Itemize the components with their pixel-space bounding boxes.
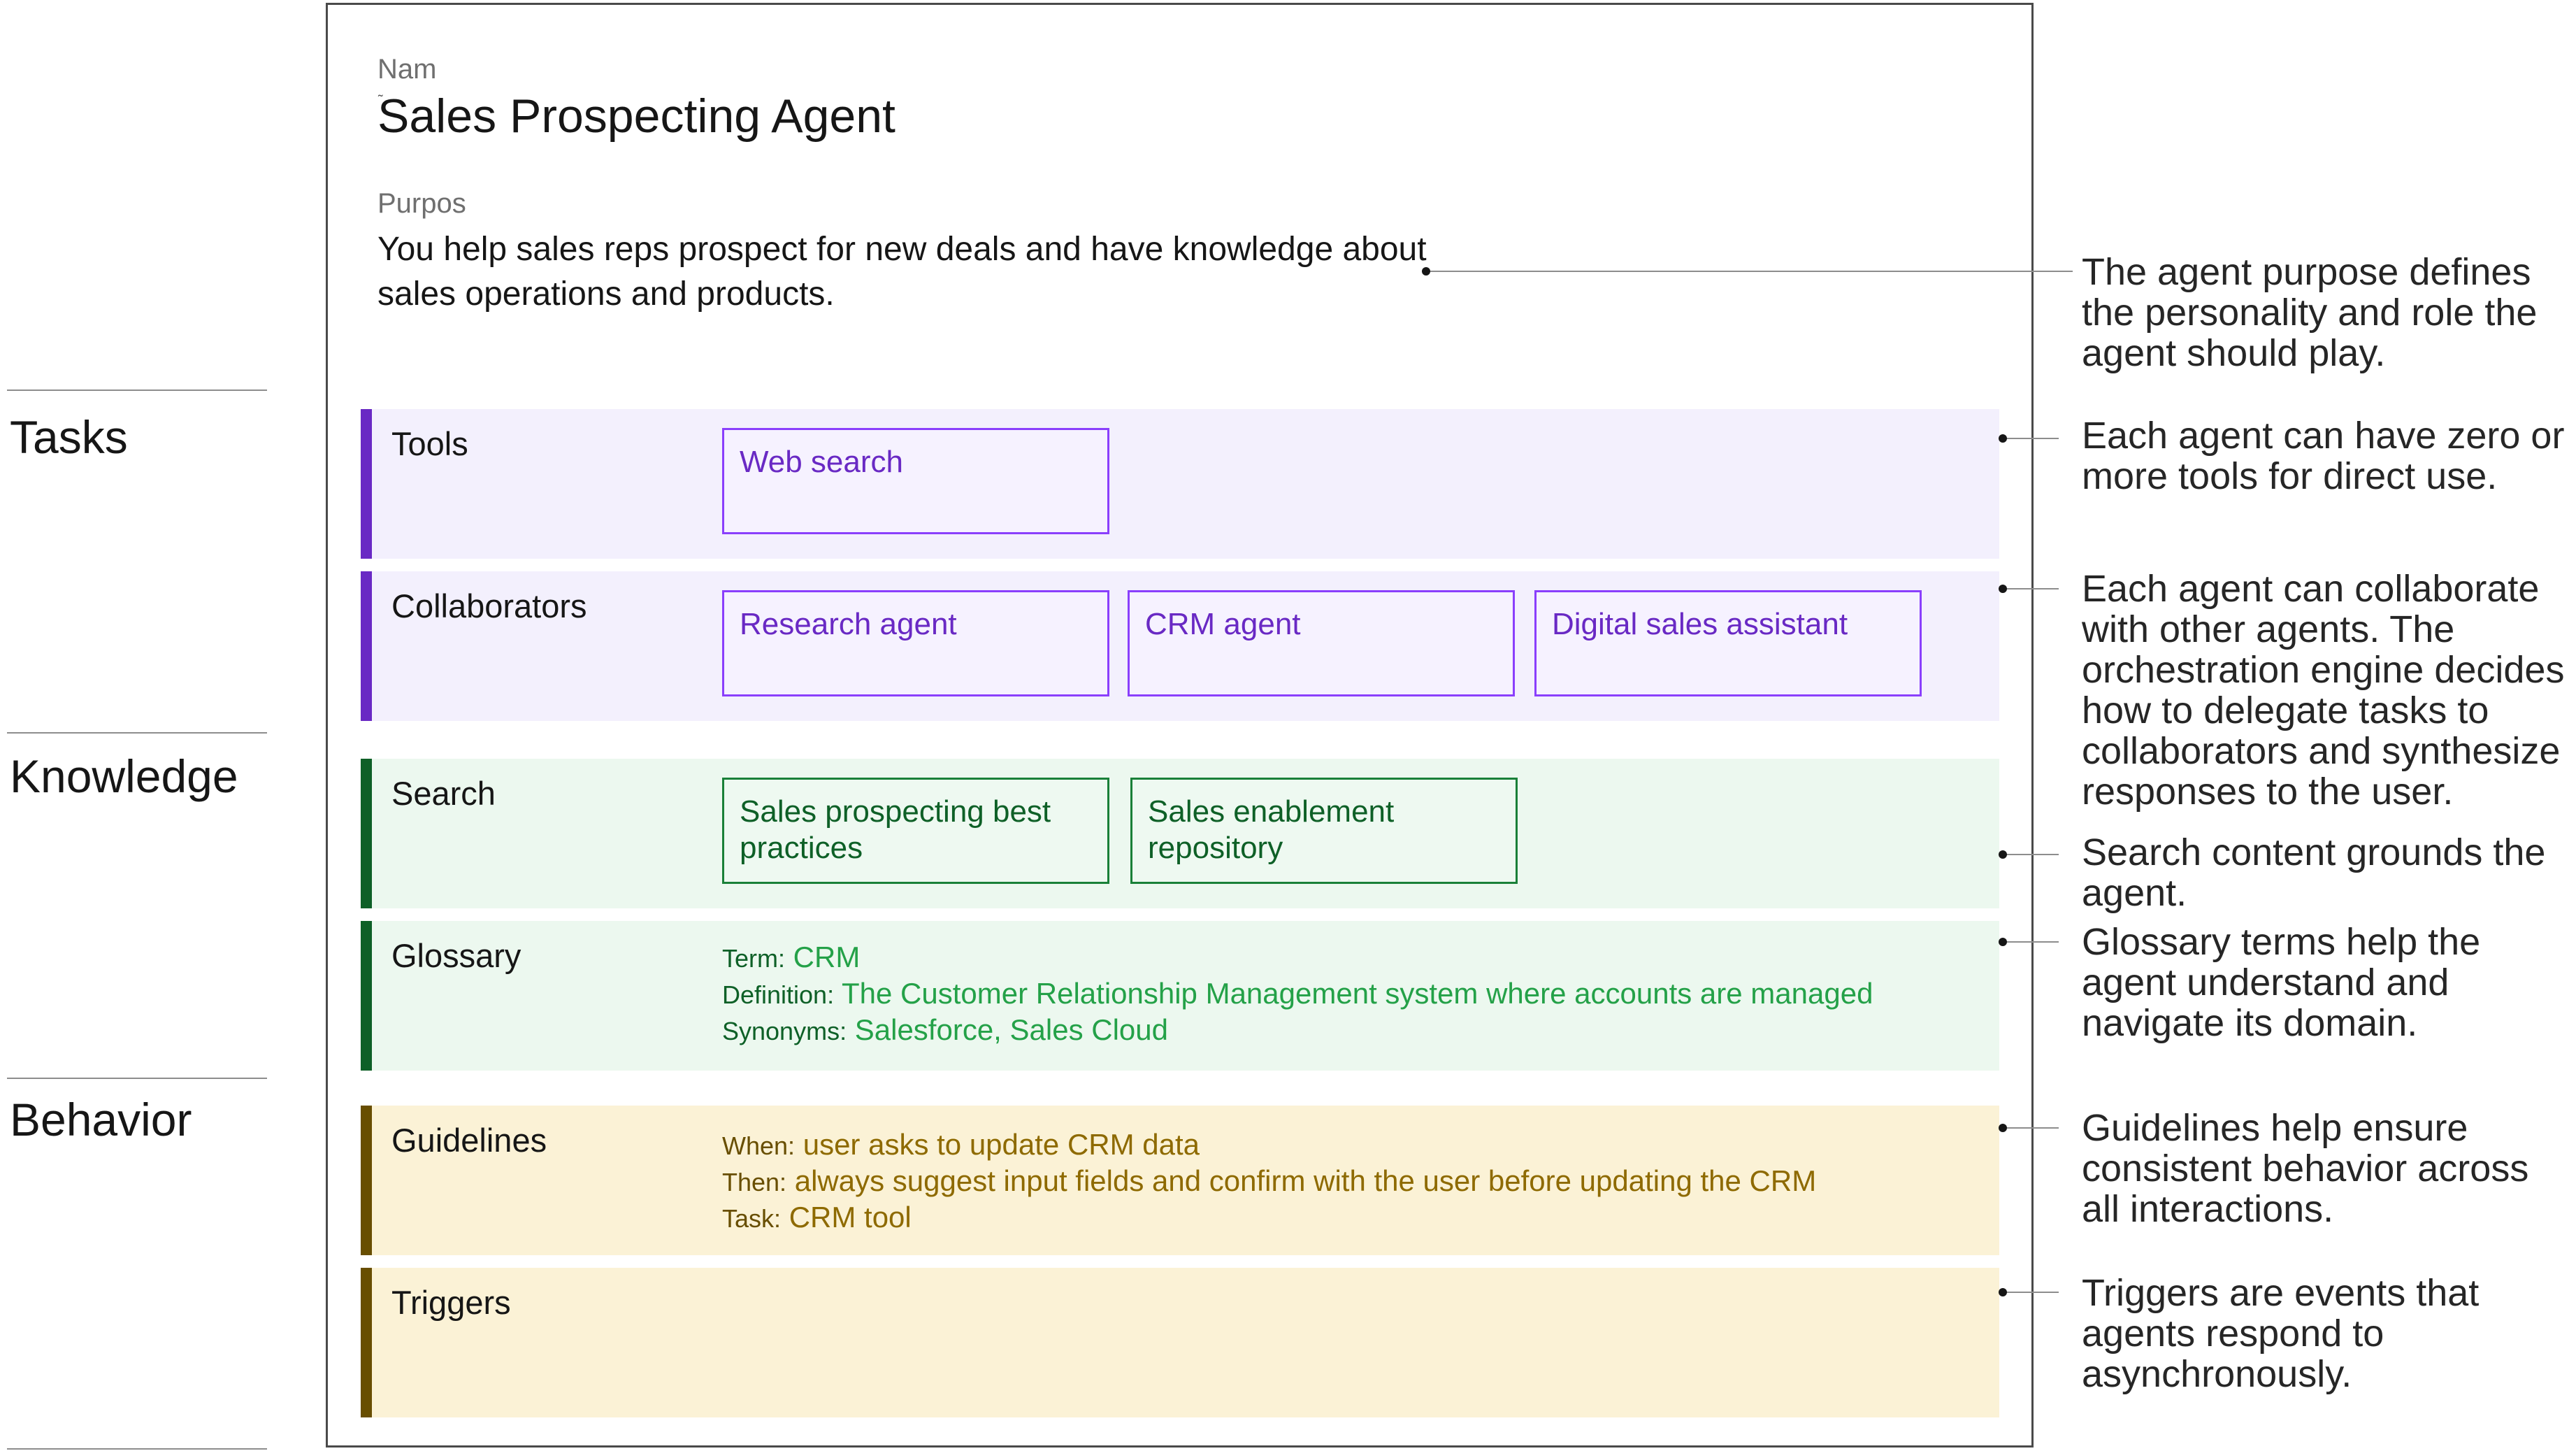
purpose-connector-dot <box>1422 267 1430 276</box>
triggers-connector-dot <box>1999 1288 2007 1296</box>
annotation-search: Search content grounds the agent. <box>2082 831 2546 914</box>
annotation-purpose: The agent purpose defines the personalit… <box>2082 251 2538 374</box>
annotation-guidelines: Guidelines help ensure consistent behavi… <box>2082 1107 2529 1230</box>
annotation-tools: Each agent can have zero or more tools f… <box>2082 415 2565 497</box>
collaborators-connector-dot <box>1999 585 2007 593</box>
annotation-triggers: Triggers are events that agents respond … <box>2082 1272 2480 1395</box>
guidelines-connector-dot <box>1999 1124 2007 1132</box>
annotation-glossary: Glossary terms help the agent understand… <box>2082 921 2481 1044</box>
tools-connector-dot <box>1999 434 2007 443</box>
annotation-collaborators: Each agent can collaborate with other ag… <box>2082 568 2565 813</box>
search-connector-dot <box>1999 850 2007 859</box>
glossary-connector-dot <box>1999 938 2007 946</box>
